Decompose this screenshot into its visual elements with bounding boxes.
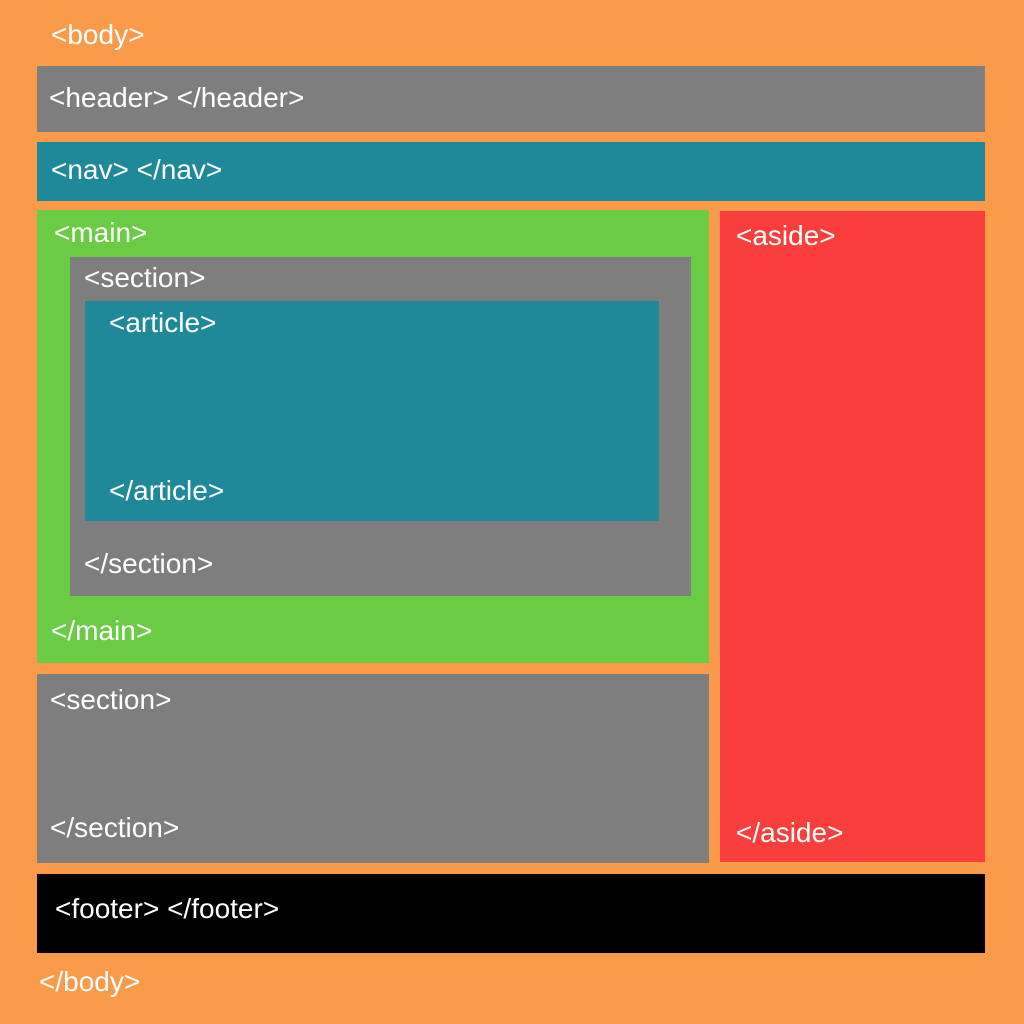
- section-open-tag-outer: <section>: [50, 684, 171, 716]
- body-close-tag: </body>: [39, 966, 140, 998]
- header-tag: <header> </header>: [49, 82, 304, 114]
- article-open-tag: <article>: [109, 307, 216, 339]
- main-open-tag: <main>: [54, 217, 147, 249]
- footer-tag: <footer> </footer>: [55, 893, 279, 925]
- aside-close-tag: </aside>: [736, 817, 843, 849]
- main-close-tag: </main>: [51, 615, 152, 647]
- section-close-tag-inner: </section>: [84, 548, 213, 580]
- article-close-tag: </article>: [109, 475, 224, 507]
- section-open-tag-inner: <section>: [84, 262, 205, 294]
- aside-box: [720, 211, 985, 862]
- section-close-tag-outer: </section>: [50, 812, 179, 844]
- aside-open-tag: <aside>: [736, 220, 836, 252]
- html-layout-diagram: <body> <header> </header> <nav> </nav> <…: [0, 0, 1024, 1024]
- nav-tag: <nav> </nav>: [51, 154, 222, 186]
- body-open-tag: <body>: [51, 19, 144, 51]
